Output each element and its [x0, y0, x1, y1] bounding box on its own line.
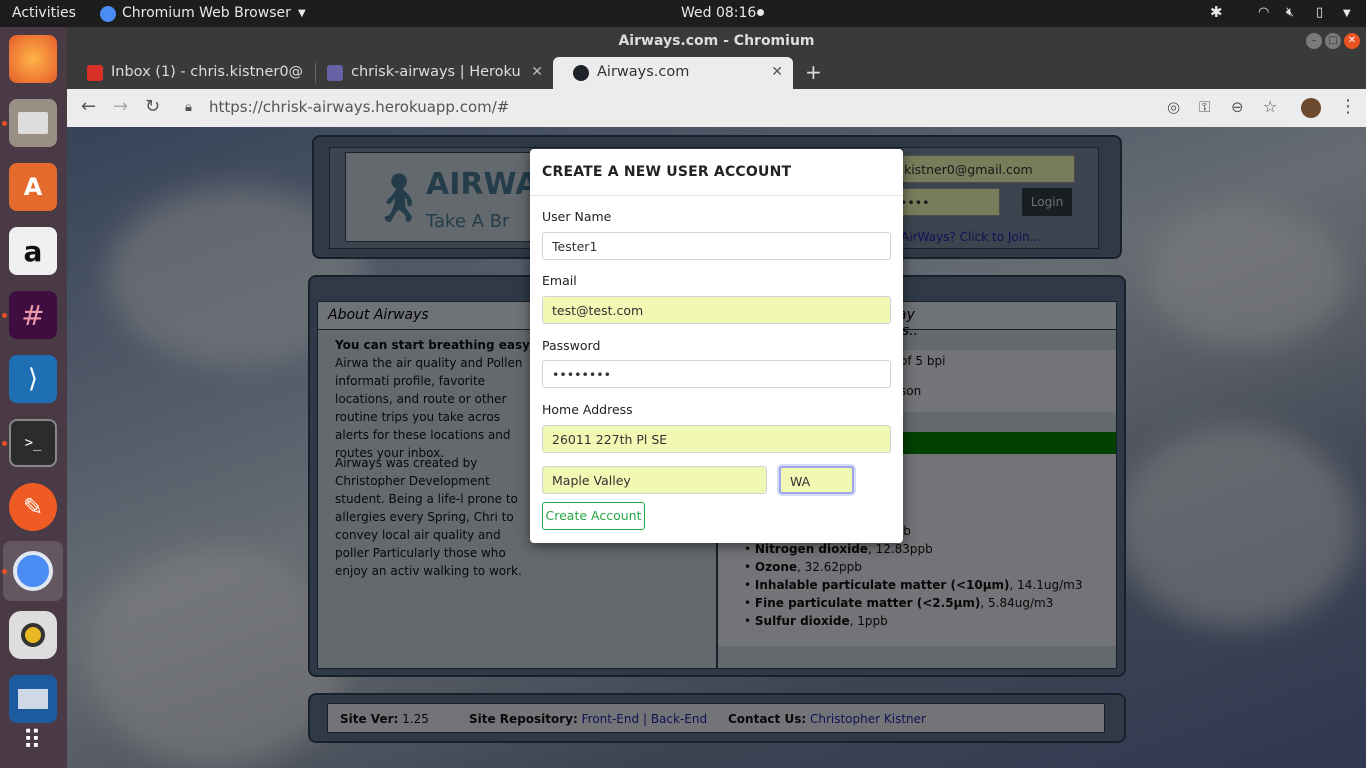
terminal-icon[interactable]: >_ [9, 419, 57, 467]
rhythmbox-icon[interactable] [9, 611, 57, 659]
tab-label: chrisk-airways | Heroku [351, 64, 521, 80]
address-label: Home Address [542, 402, 633, 417]
password-input[interactable]: •••••••• [542, 360, 891, 388]
firefox-icon[interactable] [9, 35, 57, 83]
ubuntu-top-bar: Activities Chromium Web Browser ▼ Wed 08… [0, 0, 1366, 27]
street-input[interactable]: 26011 227th Pl SE [542, 425, 891, 453]
back-icon[interactable]: ← [81, 96, 96, 117]
system-menu-icon[interactable]: ▼ [1343, 8, 1351, 19]
activities-button[interactable]: Activities [12, 5, 76, 21]
email-input[interactable]: test@test.com [542, 296, 891, 324]
create-account-modal: CREATE A NEW USER ACCOUNT User Name Test… [530, 149, 903, 543]
modal-divider [530, 195, 903, 196]
tab-heroku[interactable]: chrisk-airways | Heroku ✕ [307, 57, 553, 89]
window-title: Airways.com - Chromium [618, 33, 815, 49]
lock-icon[interactable]: 🔒︎ [185, 100, 192, 115]
bookmark-star-icon[interactable]: ☆ [1263, 97, 1277, 116]
running-indicator [2, 313, 7, 318]
running-indicator [2, 441, 7, 446]
menu-icon[interactable]: ⋮ [1339, 96, 1357, 117]
dock: A a # ⟩ >_ ✎ ⠿ [0, 27, 67, 768]
running-indicator [2, 569, 7, 574]
chromium-dock-icon[interactable] [3, 541, 63, 601]
forward-icon[interactable]: → [113, 96, 128, 117]
web-page: AIRWAYS Take A Br 🚶︎ .kistner0@gmail.com… [67, 127, 1366, 768]
address-bar[interactable]: https://chrisk-airways.herokuapp.com/# [209, 98, 509, 116]
new-tab-button[interactable]: + [805, 60, 822, 84]
location-icon[interactable]: ◎ [1167, 98, 1180, 116]
slack-icon[interactable]: # [9, 291, 57, 339]
amazon-icon[interactable]: a [9, 227, 57, 275]
gmail-icon [87, 65, 103, 81]
postman-icon[interactable]: ✎ [9, 483, 57, 531]
avatar[interactable] [1301, 98, 1321, 118]
running-indicator [2, 121, 7, 126]
app-menu[interactable]: Chromium Web Browser [122, 5, 291, 21]
minimize-icon[interactable]: – [1306, 33, 1322, 49]
key-icon[interactable]: ⚿ [1199, 98, 1210, 116]
tab-label: Inbox (1) - chris.kistner0@ [111, 64, 304, 80]
chromium-icon [100, 6, 116, 22]
maximize-icon[interactable]: □ [1325, 33, 1341, 49]
chevron-down-icon: ▼ [298, 8, 306, 19]
username-input[interactable]: Tester1 [542, 232, 891, 260]
reload-icon[interactable]: ↻ [145, 96, 160, 117]
show-apps-icon[interactable]: ⠿ [9, 717, 57, 765]
create-account-button[interactable]: Create Account [542, 502, 645, 530]
toolbar: ← → ↻ 🔒︎ https://chrisk-airways.herokuap… [67, 89, 1366, 127]
zoom-icon[interactable]: ⊖ [1231, 98, 1244, 116]
files-icon[interactable] [9, 99, 57, 147]
slack-tray-icon[interactable]: ✱ [1210, 3, 1223, 21]
state-input[interactable]: WA [779, 466, 854, 494]
wifi-icon[interactable]: ◠ [1258, 5, 1269, 20]
tab-gmail[interactable]: Inbox (1) - chris.kistner0@ [67, 57, 313, 89]
username-label: User Name [542, 209, 612, 224]
clock[interactable]: Wed 08:16 [681, 5, 756, 21]
modal-title: CREATE A NEW USER ACCOUNT [542, 164, 792, 180]
password-label: Password [542, 338, 601, 353]
browser-chrome: Airways.com - Chromium – □ ✕ Inbox (1) -… [67, 27, 1366, 127]
volume-muted-icon[interactable]: 🔇︎ [1286, 5, 1294, 20]
city-input[interactable]: Maple Valley [542, 466, 767, 494]
software-center-icon[interactable]: A [9, 163, 57, 211]
screenshot-icon[interactable] [9, 675, 57, 723]
close-tab-icon[interactable]: ✕ [771, 57, 783, 87]
vscode-icon[interactable]: ⟩ [9, 355, 57, 403]
close-icon[interactable]: ✕ [1344, 33, 1360, 49]
notification-dot-icon [757, 9, 764, 16]
tab-label: Airways.com [597, 64, 690, 80]
react-icon [573, 65, 589, 81]
email-label: Email [542, 273, 577, 288]
close-tab-icon[interactable]: ✕ [531, 57, 543, 87]
battery-icon[interactable]: ▯ [1316, 5, 1323, 20]
heroku-icon [327, 65, 343, 81]
tab-airways[interactable]: Airways.com ✕ [553, 57, 793, 89]
